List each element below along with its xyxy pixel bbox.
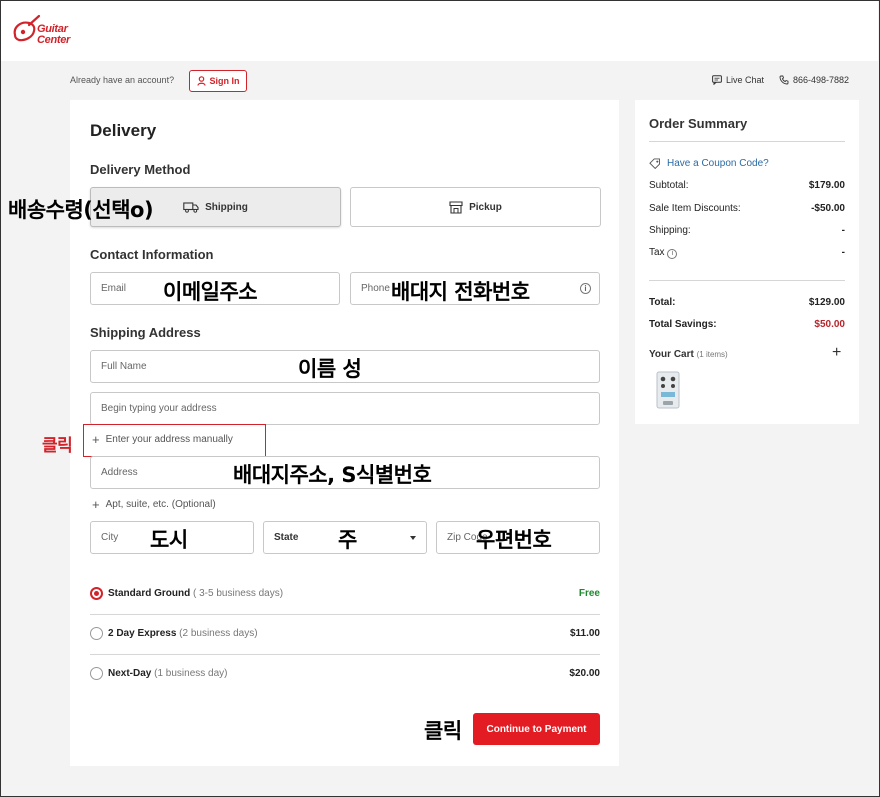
subtotal-label: Subtotal:	[649, 180, 689, 191]
apt-suite-link[interactable]: + Apt, suite, etc. (Optional)	[92, 496, 216, 512]
shipping-method-label: Shipping	[205, 201, 248, 213]
option-name: 2 Day Express	[108, 628, 177, 639]
already-account-text: Already have an account?	[70, 75, 175, 85]
annotation-name: 이름 성	[298, 357, 362, 381]
option-days: ( 3-5 business days)	[193, 588, 284, 599]
sign-in-button[interactable]: Sign In	[189, 70, 247, 92]
radio-unselected[interactable]	[90, 667, 103, 680]
your-cart-header[interactable]: Your Cart (1 items)	[649, 349, 728, 360]
tax-label: Tax	[649, 247, 665, 258]
annotation-email: 이메일주소	[163, 280, 258, 304]
annotation-zip: 우편번호	[476, 528, 552, 552]
savings-label: Total Savings:	[649, 319, 717, 330]
annotation-address: 배대지주소, S식별번호	[233, 463, 432, 487]
state-label: State	[274, 532, 299, 543]
annotation-click-manual: 클릭	[42, 436, 73, 456]
discount-label: Sale Item Discounts:	[649, 203, 741, 214]
annotation-city: 도시	[150, 528, 188, 552]
option-price: $11.00	[569, 628, 600, 639]
full-name-placeholder: Full Name	[101, 361, 147, 372]
plus-icon: +	[92, 431, 100, 447]
shipping-row: Shipping: -	[649, 225, 845, 236]
continue-to-payment-button[interactable]: Continue to Payment	[473, 713, 600, 745]
contact-info-heading: Contact Information	[90, 247, 214, 262]
discount-value: -$50.00	[811, 203, 845, 214]
savings-row: Total Savings: $50.00	[649, 319, 845, 330]
pickup-method-label: Pickup	[469, 201, 502, 213]
page-title: Delivery	[90, 121, 157, 140]
expand-cart-icon[interactable]: +	[832, 344, 841, 362]
info-icon[interactable]: i	[580, 283, 591, 294]
guitar-center-logo[interactable]: Guitar Center	[11, 13, 81, 49]
phone-link[interactable]: 866-498-7882	[779, 75, 849, 85]
annotation-phone: 배대지 전화번호	[391, 280, 530, 304]
option-days: (1 business day)	[154, 668, 228, 679]
shipping-address-heading: Shipping Address	[90, 325, 201, 340]
divider	[649, 141, 845, 142]
subtotal-row: Subtotal: $179.00	[649, 180, 845, 191]
chat-icon	[712, 75, 722, 85]
enter-address-manually-link[interactable]: + Enter your address manually	[92, 431, 233, 447]
truck-icon	[183, 202, 199, 213]
option-price: $20.00	[569, 668, 600, 679]
order-summary-title: Order Summary	[649, 116, 748, 131]
annotation-state: 주	[338, 528, 357, 552]
tax-row: Tax i -	[649, 247, 845, 259]
address-search-field[interactable]: Begin typing your address	[90, 392, 600, 425]
coupon-label: Have a Coupon Code?	[667, 158, 769, 169]
store-icon	[449, 200, 463, 214]
total-label: Total:	[649, 297, 676, 308]
delivery-method-heading: Delivery Method	[90, 162, 191, 177]
address-placeholder: Address	[101, 467, 138, 478]
sign-in-label: Sign In	[209, 76, 240, 86]
savings-value: $50.00	[814, 319, 845, 330]
live-chat-label: Live Chat	[726, 75, 765, 85]
tax-value: -	[841, 247, 845, 258]
annotation-shipping-select: 배송수령(선택o)	[8, 198, 154, 222]
cart-label: Your Cart	[649, 349, 694, 360]
user-icon	[196, 76, 206, 86]
discount-row: Sale Item Discounts: -$50.00	[649, 203, 845, 214]
option-days: (2 business days)	[179, 628, 258, 639]
shipping-option-nextday[interactable]: Next-Day (1 business day) $20.00	[90, 654, 600, 694]
coupon-link[interactable]: Have a Coupon Code?	[649, 158, 769, 169]
apt-suite-label: Apt, suite, etc. (Optional)	[105, 499, 216, 510]
product-thumbnail[interactable]	[654, 370, 682, 410]
total-row: Total: $129.00	[649, 297, 845, 308]
total-value: $129.00	[808, 297, 845, 308]
address-search-placeholder: Begin typing your address	[101, 403, 217, 414]
email-placeholder: Email	[101, 283, 127, 294]
top-bar: Guitar Center	[1, 1, 878, 61]
shipping-option-2day[interactable]: 2 Day Express (2 business days) $11.00	[90, 614, 600, 654]
radio-unselected[interactable]	[90, 627, 103, 640]
pickup-method-button[interactable]: Pickup	[350, 187, 601, 227]
phone-placeholder: Phone	[361, 283, 390, 294]
city-placeholder: City	[101, 532, 119, 543]
shipping-value: -	[841, 225, 845, 236]
plus-icon: +	[92, 496, 100, 512]
phone-icon	[779, 75, 789, 85]
shipping-option-standard[interactable]: Standard Ground ( 3-5 business days) Fre…	[90, 574, 600, 614]
cart-count: (1 items)	[696, 350, 728, 359]
option-price: Free	[578, 588, 600, 599]
divider	[649, 280, 845, 281]
option-name: Standard Ground	[108, 588, 191, 599]
live-chat-link[interactable]: Live Chat	[712, 75, 764, 85]
option-name: Next-Day	[108, 668, 152, 679]
logo-text-line2: Center	[37, 34, 71, 46]
chevron-down-icon	[410, 536, 416, 540]
annotation-click-continue: 클릭	[424, 719, 462, 743]
info-icon[interactable]: i	[667, 249, 678, 259]
tag-icon	[649, 158, 660, 169]
enter-address-manually-label: Enter your address manually	[105, 434, 233, 445]
radio-selected[interactable]	[90, 587, 103, 600]
subtotal-value: $179.00	[808, 180, 845, 191]
phone-number: 866-498-7882	[793, 75, 850, 85]
shipping-label: Shipping:	[649, 225, 691, 236]
